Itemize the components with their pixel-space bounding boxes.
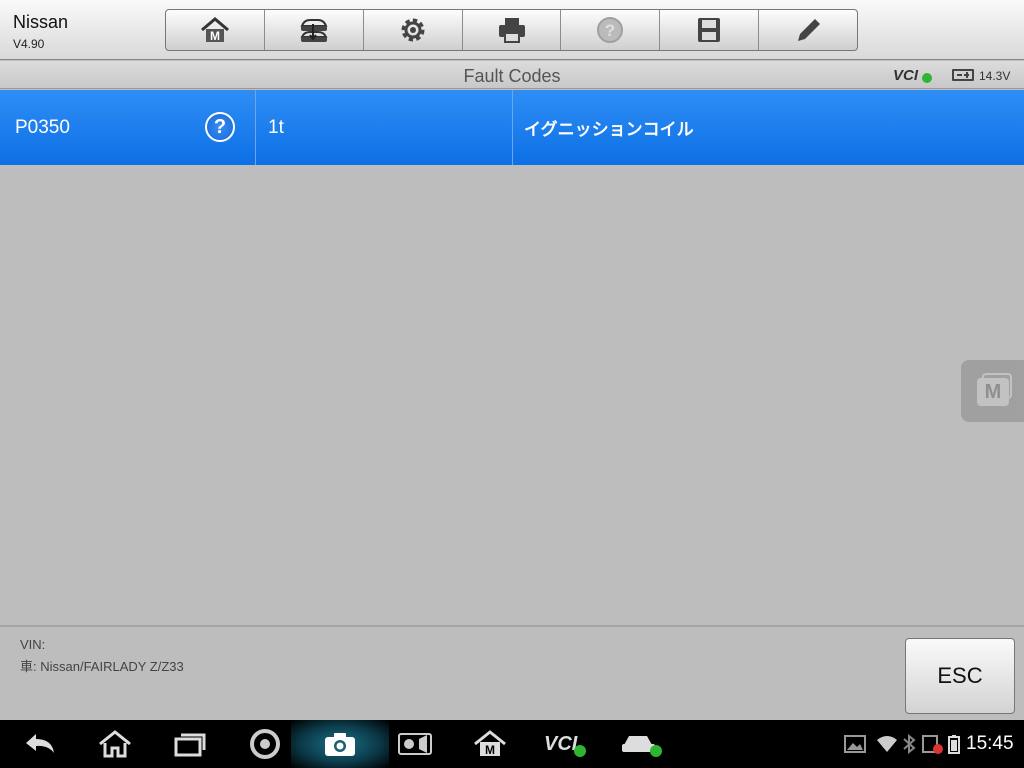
- app-version: V4.90: [13, 37, 45, 51]
- home-icon: [99, 730, 131, 758]
- recent-apps-button[interactable]: [170, 720, 210, 768]
- battery-status-icon: [948, 735, 960, 754]
- sub-header: Fault Codes VCI 14.3V: [0, 61, 1024, 89]
- home-nav-button[interactable]: [95, 720, 135, 768]
- fault-description-cell: イグニッションコイル: [513, 90, 1024, 165]
- svg-text:VCI: VCI: [544, 733, 578, 755]
- vehicle-button[interactable]: [620, 720, 666, 768]
- help-icon[interactable]: ?: [205, 112, 235, 142]
- chrome-icon: [250, 729, 280, 759]
- home-button[interactable]: M: [166, 10, 265, 50]
- floating-maxifix-button[interactable]: M: [961, 360, 1024, 422]
- car-swap-icon: [300, 19, 328, 42]
- back-button[interactable]: [20, 720, 60, 768]
- fault-status: 1t: [268, 116, 284, 138]
- vehicle-info-panel: VIN: 車: Nissan/FAIRLADY Z/Z33 ESC: [0, 625, 1024, 720]
- vci-status-label: VCI: [893, 67, 919, 84]
- vehicle-swap-button[interactable]: [265, 10, 364, 50]
- display-settings-icon: [398, 733, 432, 755]
- gallery-notification-icon: [844, 735, 866, 753]
- fault-code: P0350: [15, 116, 70, 138]
- svg-text:?: ?: [605, 21, 615, 40]
- vin-label: VIN:: [20, 637, 46, 652]
- help-button[interactable]: ?: [561, 10, 661, 50]
- save-button[interactable]: [660, 10, 760, 50]
- gear-icon: [401, 18, 425, 42]
- page-title: Fault Codes: [463, 66, 561, 86]
- help-icon: ?: [597, 17, 624, 43]
- fault-code-row[interactable]: P0350 ? 1t イグニッションコイル: [0, 90, 1024, 165]
- voltage-readout: 14.3V: [979, 69, 1011, 83]
- recent-apps-icon: [174, 733, 206, 757]
- bluetooth-icon: [903, 734, 916, 754]
- fault-description: イグニッションコイル: [524, 120, 694, 139]
- fault-status-cell: 1t: [256, 90, 513, 165]
- printer-icon: [498, 18, 525, 43]
- svg-text:M: M: [210, 29, 220, 43]
- back-icon: [26, 734, 54, 753]
- system-clock: 15:45: [966, 733, 1014, 754]
- home-m-icon: M: [200, 17, 229, 43]
- app-title: Nissan: [13, 12, 69, 32]
- chrome-button[interactable]: [245, 720, 285, 768]
- no-sim-icon: [922, 735, 943, 754]
- floppy-disk-icon: [698, 18, 721, 42]
- system-nav-bar: M VCI 15:45: [0, 720, 1024, 768]
- maxisys-button[interactable]: M: [470, 720, 510, 768]
- battery-icon: [952, 69, 974, 81]
- camera-icon: [325, 733, 355, 756]
- m-logo-icon: M: [977, 378, 1009, 406]
- svg-text:M: M: [485, 743, 495, 757]
- esc-button[interactable]: ESC: [905, 638, 1015, 714]
- vci-icon: VCI: [544, 733, 586, 757]
- main-toolbar: M ?: [165, 9, 858, 51]
- pencil-icon: [798, 19, 821, 41]
- maxisys-icon: M: [474, 730, 506, 757]
- car-icon: [622, 736, 662, 757]
- wifi-icon: [877, 736, 897, 752]
- settings-button[interactable]: [364, 10, 463, 50]
- edit-button[interactable]: [759, 10, 857, 50]
- vci-button[interactable]: VCI: [540, 720, 590, 768]
- top-bar: Nissan V4.90 M ?: [0, 0, 1024, 60]
- vehicle-label: 車: Nissan/FAIRLADY Z/Z33: [20, 659, 184, 674]
- print-button[interactable]: [463, 10, 562, 50]
- vci-connected-icon: [922, 73, 932, 83]
- display-settings-button[interactable]: [395, 720, 435, 768]
- camera-button[interactable]: [320, 720, 360, 768]
